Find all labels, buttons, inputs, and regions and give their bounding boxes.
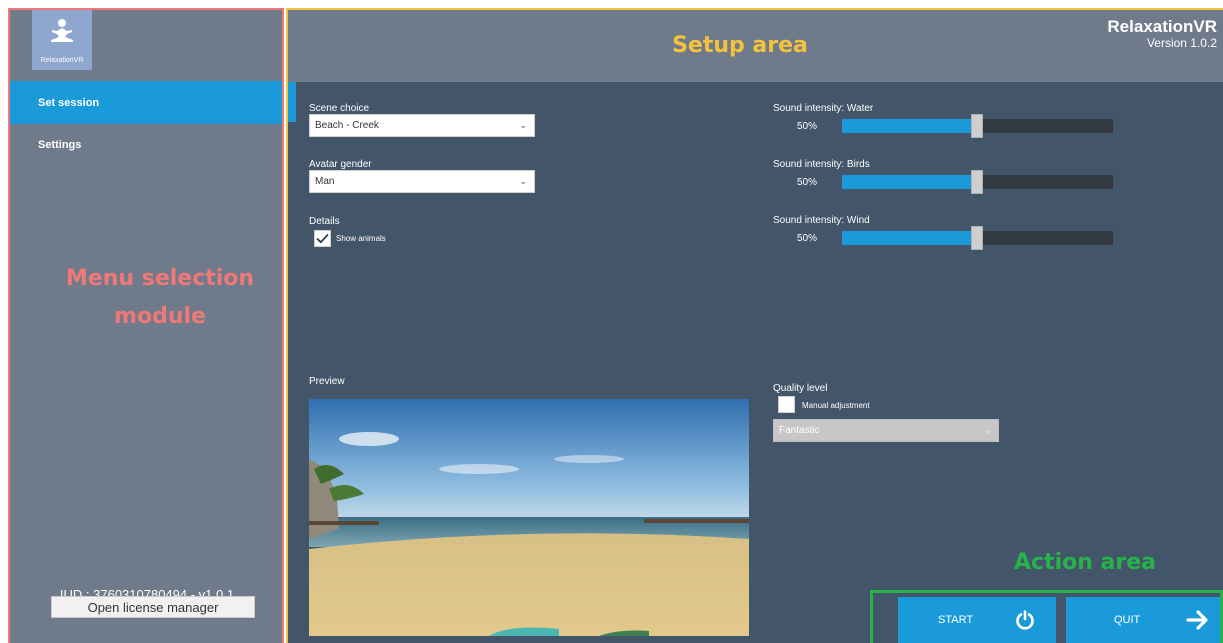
avatar-gender-label: Avatar gender — [309, 159, 372, 170]
chevron-down-icon: ⌄ — [519, 120, 527, 130]
slider-thumb[interactable] — [971, 226, 983, 250]
preview-label: Preview — [309, 376, 345, 387]
setup-annotation-label: Setup area — [672, 33, 808, 58]
quality-level-value: Fantastic — [779, 425, 820, 436]
start-button[interactable]: START — [898, 597, 1056, 643]
start-button-label: START — [938, 614, 974, 626]
sound-water-value: 50% — [797, 121, 818, 132]
chevron-down-icon: ⌄ — [983, 425, 991, 435]
slider-fill — [842, 175, 977, 189]
app-version: Version 1.0.2 — [1146, 36, 1217, 50]
slider-thumb[interactable] — [971, 114, 983, 138]
app-name: RelaxationVR — [1107, 17, 1217, 36]
show-animals-label: Show animals — [336, 234, 386, 243]
sound-wind-slider[interactable] — [842, 226, 1113, 250]
chevron-down-icon: ⌄ — [519, 176, 527, 186]
manual-adjustment-checkbox[interactable] — [778, 396, 795, 413]
sound-water-slider[interactable] — [842, 114, 1113, 138]
menu-annotation-label: Menu selection module — [65, 266, 255, 329]
action-annotation-label: Action area — [1013, 550, 1157, 575]
scene-preview-image — [309, 399, 749, 636]
arrow-right-icon — [1186, 610, 1208, 630]
manual-adjustment-label: Manual adjustment — [802, 401, 870, 410]
menu-item-label: Set session — [38, 96, 100, 109]
menu-item-label: Settings — [38, 138, 82, 151]
slider-thumb[interactable] — [971, 170, 983, 194]
logo-text: RelaxationVR — [40, 57, 84, 64]
menu-item-settings[interactable]: Settings — [10, 123, 284, 166]
sound-birds-label: Sound intensity: Birds — [773, 159, 870, 170]
scene-choice-select[interactable]: Beach - Creek ⌄ — [309, 114, 535, 137]
details-label: Details — [309, 216, 340, 227]
slider-fill — [842, 231, 977, 245]
app-title-block: RelaxationVR Version 1.0.2 — [1107, 17, 1217, 51]
sound-birds-value: 50% — [797, 177, 818, 188]
quality-level-label: Quality level — [773, 383, 828, 394]
quit-button-label: QUIT — [1114, 614, 1141, 626]
menu-item-set-session[interactable]: Set session — [10, 81, 284, 124]
sound-wind-value: 50% — [797, 233, 818, 244]
sound-water-label: Sound intensity: Water — [773, 103, 874, 114]
open-license-manager-button[interactable]: Open license manager — [51, 596, 255, 618]
scene-choice-value: Beach - Creek — [315, 120, 379, 131]
checkmark-icon — [316, 233, 329, 244]
beach-scene-image — [309, 399, 749, 636]
meditation-icon — [51, 19, 73, 42]
scene-choice-label: Scene choice — [309, 103, 370, 114]
content-accent-bar — [288, 82, 296, 122]
sound-wind-label: Sound intensity: Wind — [773, 215, 870, 226]
slider-fill — [842, 119, 977, 133]
show-animals-checkbox[interactable] — [314, 230, 331, 247]
sound-birds-slider[interactable] — [842, 170, 1113, 194]
power-icon — [1016, 610, 1034, 630]
quality-level-select[interactable]: Fantastic ⌄ — [773, 419, 999, 442]
avatar-gender-select[interactable]: Man ⌄ — [309, 170, 535, 193]
quit-button[interactable]: QUIT — [1066, 597, 1223, 643]
avatar-gender-value: Man — [315, 176, 335, 187]
app-logo: RelaxationVR — [32, 10, 92, 70]
